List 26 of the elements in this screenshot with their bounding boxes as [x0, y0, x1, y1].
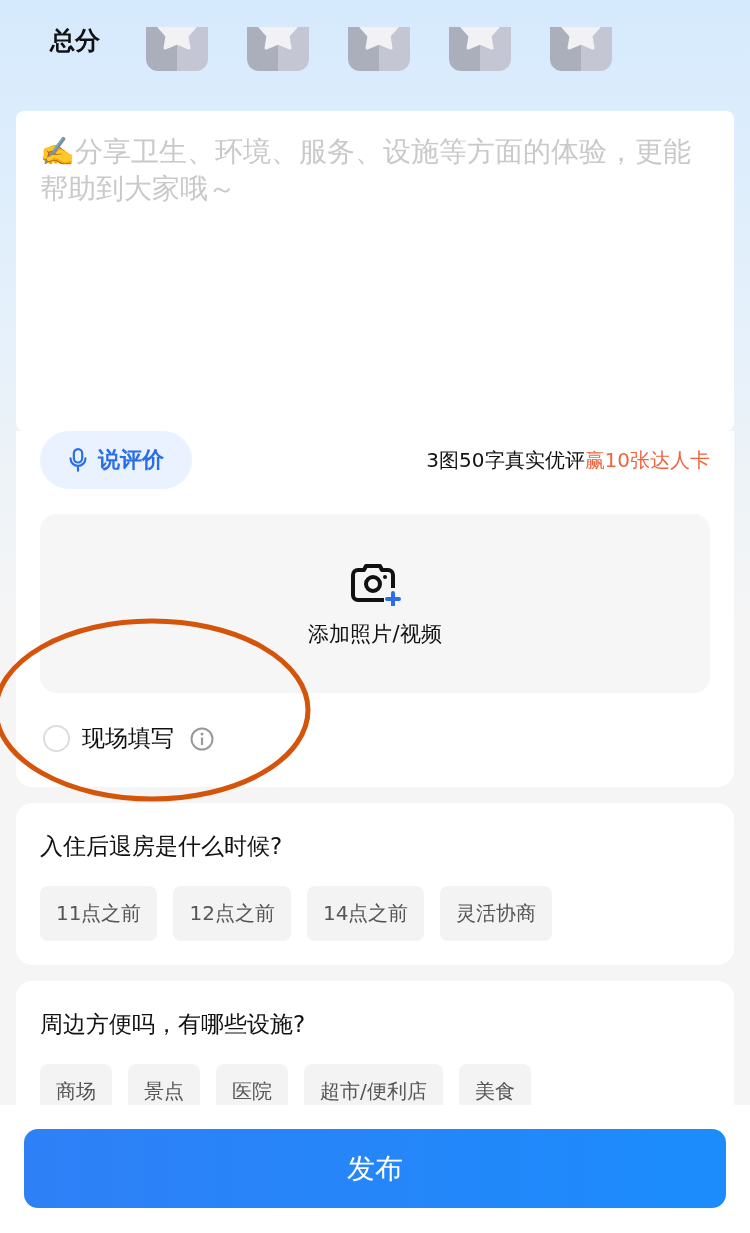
voice-review-button[interactable]: 说评价: [40, 431, 192, 489]
option-chip[interactable]: 14点之前: [306, 886, 425, 941]
onsite-label: 现场填写: [82, 724, 174, 753]
radio-button[interactable]: [43, 725, 70, 752]
option-chip[interactable]: 美食: [458, 1064, 531, 1105]
option-chip[interactable]: 灵活协商: [440, 886, 553, 941]
info-icon[interactable]: [190, 726, 214, 751]
star-icon[interactable]: [247, 27, 309, 71]
star-icon[interactable]: [449, 27, 511, 71]
question-title: 入住后退房是什么时候?: [40, 832, 284, 861]
option-chip[interactable]: 12点之前: [173, 886, 291, 941]
rating-label: 总分: [50, 25, 100, 57]
option-chip[interactable]: 景点: [128, 1064, 200, 1105]
star-icon[interactable]: [348, 27, 410, 71]
promo-highlight: 赢10张达人卡: [584, 447, 710, 472]
question-title: 周边方便吗，有哪些设施?: [40, 1010, 307, 1039]
microphone-icon: [68, 447, 88, 473]
option-chip[interactable]: 商场: [40, 1064, 112, 1105]
add-media-button[interactable]: 添加照片/视频: [40, 514, 710, 693]
star-icon[interactable]: [146, 27, 208, 71]
option-chip[interactable]: 超市/便利店: [304, 1064, 443, 1105]
publish-button[interactable]: 发布: [24, 1129, 726, 1208]
option-chip[interactable]: 11点之前: [40, 886, 158, 941]
star-icon[interactable]: [550, 27, 612, 71]
promo-text: 3图50字真实优评: [426, 447, 585, 472]
option-chip[interactable]: 医院: [216, 1064, 288, 1105]
